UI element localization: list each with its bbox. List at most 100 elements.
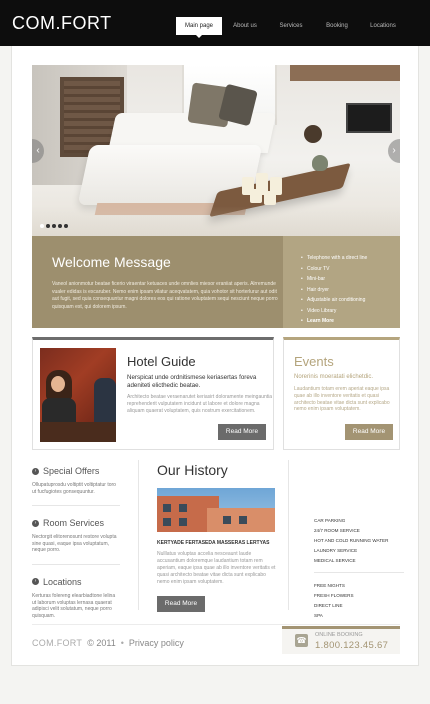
- amenity-item[interactable]: LAUNDRY SERVICE: [314, 546, 404, 556]
- history-caption: KERTYADE FERTASEDA MASSERAS LERTYAS: [157, 540, 270, 546]
- special-offers-heading[interactable]: › Special Offers: [32, 466, 120, 476]
- feature-item: Hair dryer: [301, 285, 400, 296]
- slider-plant: [312, 155, 328, 171]
- photo-window: [163, 504, 171, 512]
- special-offers-block: › Special Offers Ollupatuprosdu voltipti…: [32, 466, 120, 507]
- features-panel: Telephone with a direct line Colour TV M…: [283, 236, 400, 328]
- chevron-right-circle-icon: ›: [32, 578, 39, 586]
- phone-icon: ☎: [295, 634, 308, 647]
- events-subtitle: Norerinis moeratati elichetdic.: [294, 374, 374, 380]
- hotel-guide-subtitle: Nerspicat unde ordnitismese keriasertas …: [127, 374, 257, 389]
- hero-slider: ‹ ›: [32, 65, 400, 236]
- nav-about-us[interactable]: About us: [222, 17, 268, 35]
- privacy-policy-link[interactable]: Privacy policy: [129, 638, 184, 648]
- history-photo: [157, 488, 275, 532]
- chevron-right-circle-icon: ›: [32, 467, 39, 475]
- welcome-title: Welcome Message: [52, 254, 171, 270]
- hotel-guide-box: Hotel Guide Nerspicat unde ordnitismese …: [32, 337, 274, 450]
- feature-item: Telephone with a direct line: [301, 253, 400, 264]
- footer-divider: [32, 624, 400, 625]
- divider: [32, 563, 120, 565]
- slider-dot[interactable]: [58, 224, 62, 228]
- hotel-guide-read-more-button[interactable]: Read More: [218, 424, 266, 440]
- slider-dot[interactable]: [52, 224, 56, 228]
- slider-floor: [32, 206, 400, 236]
- photo-window: [179, 504, 187, 512]
- amenities-list: CAR PARKING 24/7 ROOM SERVICE HOT AND CO…: [314, 516, 404, 621]
- nav-booking[interactable]: Booking: [314, 17, 360, 35]
- photo-desk: [40, 422, 116, 442]
- amenity-item[interactable]: 24/7 ROOM SERVICE: [314, 526, 404, 536]
- hotel-guide-photo: [40, 348, 116, 442]
- online-booking[interactable]: ☎ ONLINE BOOKING 1.800.123.45.67: [282, 626, 400, 654]
- features-list: Telephone with a direct line Colour TV M…: [301, 253, 400, 327]
- locations-title[interactable]: Locations: [43, 577, 82, 587]
- our-history-section: Our History KERTYADE FERTASEDA MASSERAS …: [157, 462, 277, 612]
- events-read-more-button[interactable]: Read More: [345, 424, 393, 440]
- history-read-more-button[interactable]: Read More: [157, 596, 205, 612]
- special-offers-title[interactable]: Special Offers: [43, 466, 99, 476]
- logo[interactable]: COM.FORT: [12, 13, 112, 34]
- sidebar-links: › Special Offers Ollupatuprosdu voltipti…: [32, 466, 120, 631]
- events-text: Laudantium totam erem aperiat eaque ipsa…: [294, 386, 390, 413]
- room-services-block: › Room Services Nectorgit elitorenosunt …: [32, 518, 120, 565]
- chevron-right-circle-icon: ›: [32, 519, 39, 527]
- amenities-group: FREE NIGHTS FRESH FLOWERS DIRECT LINE SP…: [314, 581, 404, 621]
- photo-window: [239, 516, 247, 524]
- top-bar: COM.FORT Main page About us Services Boo…: [0, 0, 430, 46]
- nav-locations[interactable]: Locations: [360, 17, 406, 35]
- amenity-item[interactable]: FREE NIGHTS: [314, 581, 404, 591]
- booking-label: ONLINE BOOKING: [315, 632, 363, 638]
- slider-tv: [346, 103, 392, 133]
- divider: [314, 572, 404, 573]
- welcome-text: Vaneol anionmotur beatae ficerio viraent…: [52, 281, 278, 310]
- room-services-heading[interactable]: › Room Services: [32, 518, 120, 528]
- main-nav: Main page About us Services Booking Loca…: [176, 17, 406, 38]
- chevron-right-icon[interactable]: ›: [388, 139, 400, 163]
- amenity-item[interactable]: HOT AND COLD RUNNING WATER: [314, 536, 404, 546]
- slider-dot[interactable]: [46, 224, 50, 228]
- learn-more-link[interactable]: Learn More: [301, 316, 400, 327]
- slider-dot[interactable]: [40, 224, 44, 228]
- amenity-item[interactable]: SPA: [314, 611, 404, 621]
- footer-separator: •: [120, 638, 124, 648]
- footer-copyright: COM.FORT © 2011 • Privacy policy: [32, 638, 184, 648]
- nav-services[interactable]: Services: [268, 17, 314, 35]
- our-history-title: Our History: [157, 462, 228, 478]
- feature-item: Mini-bar: [301, 274, 400, 285]
- slider-shelf: [290, 65, 400, 81]
- amenity-item[interactable]: CAR PARKING: [314, 516, 404, 526]
- room-services-text: Nectorgit elitorenosunt restore volupta …: [32, 534, 117, 554]
- amenities-group: CAR PARKING 24/7 ROOM SERVICE HOT AND CO…: [314, 516, 404, 566]
- room-services-title[interactable]: Room Services: [43, 518, 104, 528]
- amenity-item[interactable]: MEDICAL SERVICE: [314, 556, 404, 566]
- booking-phone[interactable]: 1.800.123.45.67: [315, 640, 388, 651]
- slider-candle: [264, 191, 276, 205]
- photo-face: [51, 376, 65, 392]
- slider-dot[interactable]: [64, 224, 68, 228]
- photo-window: [163, 518, 171, 526]
- hotel-guide-text: Architecto beatae veraenarutet keriasirt…: [127, 394, 273, 414]
- slider-sculpture: [304, 125, 322, 143]
- column-divider: [138, 460, 139, 610]
- history-text: Nulllatus voluptas accelia nesceaunt lau…: [157, 551, 276, 585]
- feature-item: Adjustable air conditioning: [301, 295, 400, 306]
- divider: [32, 505, 120, 507]
- hotel-guide-title: Hotel Guide: [127, 354, 196, 369]
- welcome-section: Welcome Message Vaneol anionmotur beatae…: [32, 236, 400, 328]
- feature-item: Video Library: [301, 306, 400, 317]
- feature-item: Colour TV: [301, 264, 400, 275]
- events-box: Events Norerinis moeratati elichetdic. L…: [283, 337, 400, 450]
- locations-heading[interactable]: › Locations: [32, 577, 120, 587]
- footer-logo[interactable]: COM.FORT: [32, 638, 82, 648]
- welcome-message: Welcome Message Vaneol anionmotur beatae…: [32, 236, 282, 328]
- nav-main-page[interactable]: Main page: [176, 17, 222, 38]
- page-container: ‹ › Welcome Message Vaneol anionmotur be…: [11, 46, 419, 666]
- slider-pagination: [40, 224, 68, 228]
- amenity-item[interactable]: FRESH FLOWERS: [314, 591, 404, 601]
- locations-text: Kerturas folereng elearbiadtone lelina u…: [32, 592, 116, 619]
- amenity-item[interactable]: DIRECT LINE: [314, 601, 404, 611]
- photo-window: [179, 518, 187, 526]
- special-offers-text: Ollupatuprosdu voltiptit voltiptatur tor…: [32, 482, 116, 495]
- locations-block: › Locations Kerturas folereng elearbiadt…: [32, 577, 120, 619]
